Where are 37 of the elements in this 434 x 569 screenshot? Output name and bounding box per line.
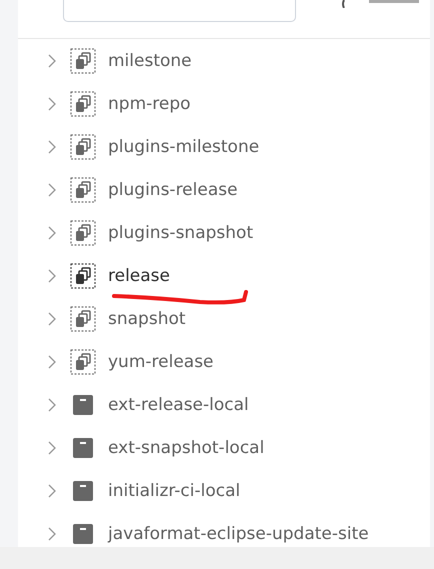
virtual-repository-icon — [70, 348, 96, 374]
expand-chevron-icon[interactable] — [48, 484, 56, 498]
repository-name[interactable]: ext-snapshot-local — [108, 438, 264, 458]
repository-name[interactable]: plugins-milestone — [108, 136, 260, 156]
repository-name[interactable]: initializr-ci-local — [108, 480, 240, 500]
repository-name[interactable]: plugins-snapshot — [108, 222, 254, 242]
local-repository-icon — [73, 394, 93, 414]
local-repository-icon — [73, 438, 93, 458]
local-repository-icon — [73, 524, 93, 544]
repository-name[interactable]: plugins-release — [108, 180, 238, 200]
repository-name[interactable]: ext-release-local — [108, 394, 249, 414]
expand-chevron-icon[interactable] — [48, 354, 56, 368]
virtual-repository-icon — [70, 220, 96, 246]
virtual-repository-icon — [70, 176, 96, 202]
virtual-repository-icon — [70, 134, 96, 160]
expand-chevron-icon[interactable] — [48, 398, 56, 412]
expand-chevron-icon[interactable] — [48, 268, 56, 282]
virtual-repository-icon — [70, 262, 96, 288]
virtual-repository-icon — [70, 306, 96, 332]
expand-chevron-icon[interactable] — [48, 54, 56, 68]
repository-name[interactable]: javaformat-eclipse-update-site — [108, 524, 369, 544]
virtual-repository-icon — [70, 90, 96, 116]
toolbar-underline — [369, 0, 419, 3]
repository-name[interactable]: yum-release — [108, 352, 214, 372]
expand-chevron-icon[interactable] — [48, 96, 56, 110]
repository-name[interactable]: npm-repo — [108, 94, 191, 114]
repository-name[interactable]: release — [108, 266, 170, 286]
expand-chevron-icon[interactable] — [48, 140, 56, 154]
local-repository-icon — [73, 480, 93, 500]
expand-chevron-icon[interactable] — [48, 182, 56, 196]
virtual-repository-icon — [70, 48, 96, 74]
repository-name[interactable]: snapshot — [108, 308, 186, 328]
expand-chevron-icon[interactable] — [48, 440, 56, 454]
repository-name[interactable]: milestone — [108, 50, 192, 70]
expand-chevron-icon[interactable] — [48, 226, 56, 240]
expand-chevron-icon[interactable] — [48, 312, 56, 326]
expand-chevron-icon[interactable] — [48, 526, 56, 540]
